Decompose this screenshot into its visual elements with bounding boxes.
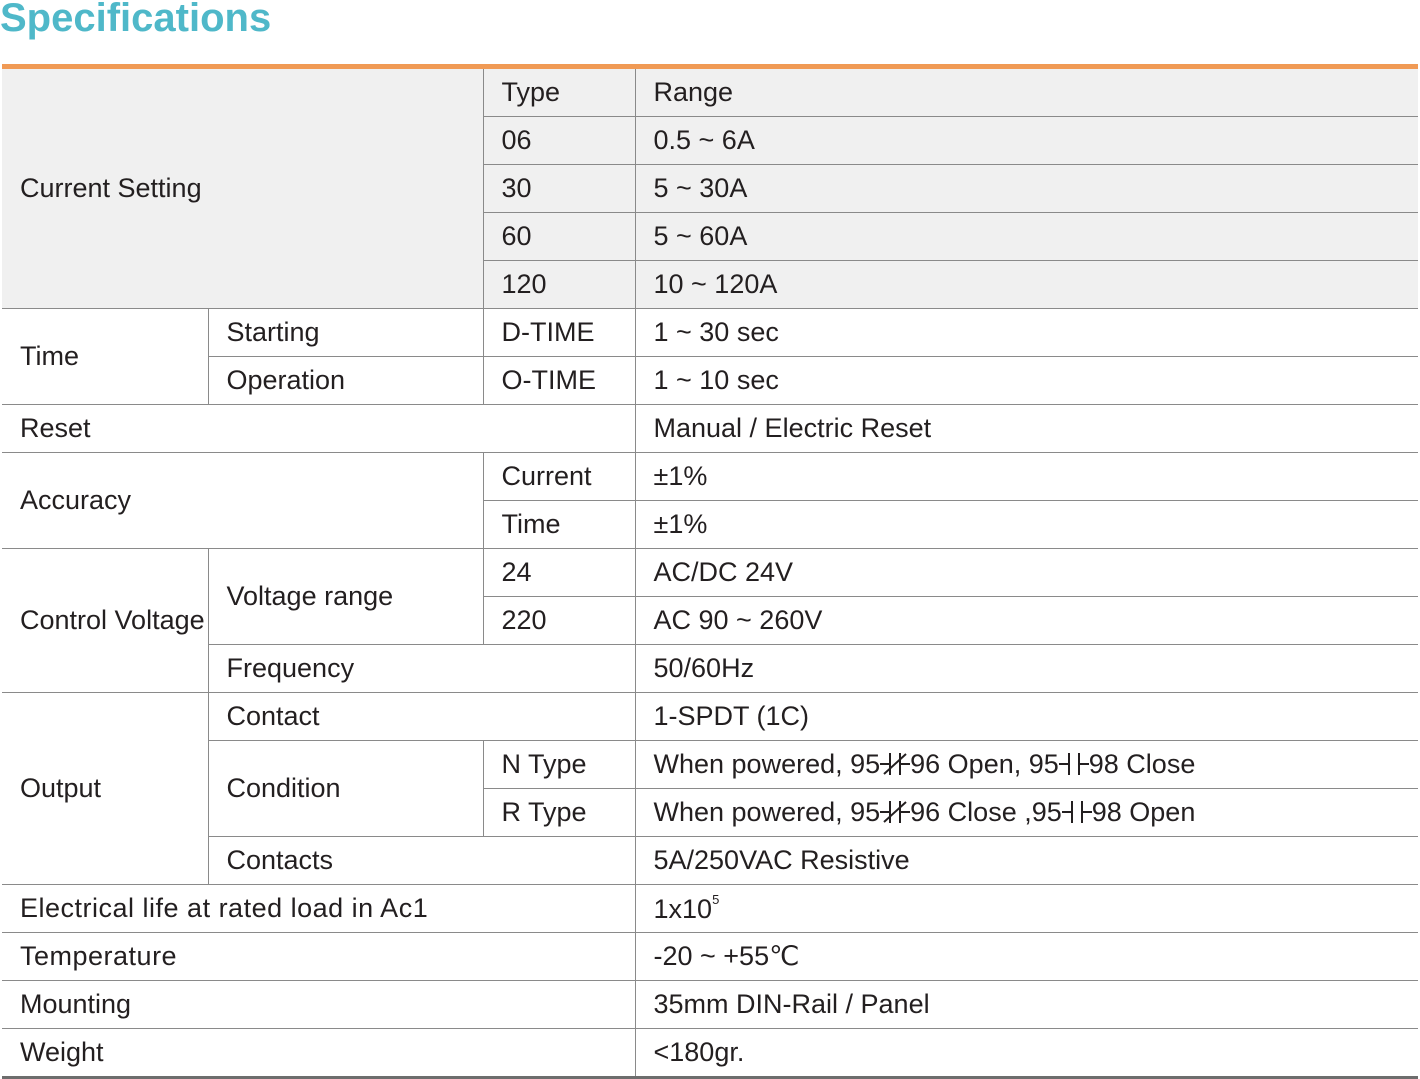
table-row: Contacts 5A/250VAC Resistive <box>2 836 1418 885</box>
contacts-value: 5A/250VAC Resistive <box>634 836 1418 885</box>
n-type-suffix: 98 Close <box>1088 749 1196 779</box>
starting-label: Starting <box>207 308 484 357</box>
current-range-cell: 5 ~ 30A <box>634 164 1418 213</box>
r-type-label: R Type <box>483 788 636 837</box>
current-range-cell: 0.5 ~ 6A <box>634 116 1418 165</box>
table-row: Operation O-TIME 1 ~ 10 sec <box>2 356 1418 405</box>
table-row: Current Setting Type Range <box>2 69 1418 309</box>
accuracy-time-label: Time <box>483 500 636 549</box>
contact-value: 1-SPDT (1C) <box>634 692 1418 741</box>
o-time-code: O-TIME <box>482 356 636 405</box>
contacts-label: Contacts <box>208 836 636 885</box>
reset-label: Reset <box>2 404 636 453</box>
weight-value: <180gr. <box>634 1028 1418 1079</box>
table-row: Weight <180gr. <box>2 1028 1418 1079</box>
voltage-range-label: Voltage range <box>207 548 484 645</box>
table-row: Temperature -20 ~ +55℃ <box>2 932 1418 981</box>
condition-label: Condition <box>208 740 484 837</box>
output-label: Output <box>2 692 209 885</box>
n-type-label: N Type <box>482 740 636 789</box>
d-time-code: D-TIME <box>482 308 636 357</box>
accuracy-current-value: ±1% <box>634 452 1418 501</box>
weight-label: Weight <box>2 1028 636 1079</box>
voltage-code-cell: 24 <box>482 548 636 597</box>
table-row: Reset Manual / Electric Reset <box>2 404 1418 453</box>
temperature-value: -20 ~ +55℃ <box>634 932 1418 981</box>
electrical-life-value: 1x105 <box>634 884 1418 933</box>
frequency-label: Frequency <box>208 644 636 693</box>
r-type-prefix: When powered, 95 <box>653 797 881 827</box>
n-type-prefix: When powered, 95 <box>653 749 881 779</box>
voltage-value-cell: AC/DC 24V <box>634 548 1418 597</box>
table-row: Electrical life at rated load in Ac1 1x1… <box>2 884 1418 933</box>
current-type-cell: 60 <box>483 212 636 261</box>
table-row: Mounting 35mm DIN-Rail / Panel <box>2 980 1418 1029</box>
mounting-label: Mounting <box>2 980 636 1029</box>
control-voltage-label: Control Voltage <box>2 548 209 693</box>
current-range-cell: 5 ~ 60A <box>634 212 1418 261</box>
table-row: Output Contact 1-SPDT (1C) <box>2 692 1418 885</box>
no-contact-icon <box>1058 753 1089 775</box>
table-row: Time Starting D-TIME 1 ~ 30 sec <box>2 308 1418 405</box>
n-type-value: When powered, 95 96 Open, 95 98 Close <box>634 740 1418 789</box>
electrical-life-label: Electrical life at rated load in Ac1 <box>2 884 636 933</box>
electrical-life-base: 1x10 <box>653 894 713 924</box>
table-row: Condition N Type When powered, 95 96 Open… <box>2 740 1418 837</box>
o-time-value: 1 ~ 10 sec <box>634 356 1418 405</box>
d-time-value: 1 ~ 30 sec <box>634 308 1418 357</box>
contact-label: Contact <box>207 692 636 741</box>
specifications-table: Current Setting Type Range 06 0.5 ~ 6A 3… <box>2 69 1418 1079</box>
temperature-label: Temperature <box>2 932 636 981</box>
range-header: Range <box>634 69 1418 117</box>
voltage-value-cell: AC 90 ~ 260V <box>634 596 1418 645</box>
voltage-code-cell: 220 <box>483 596 636 645</box>
no-contact-icon <box>1061 801 1092 823</box>
table-row: Control Voltage Voltage range 24 AC/DC 2… <box>2 548 1418 693</box>
mounting-value: 35mm DIN-Rail / Panel <box>634 980 1418 1029</box>
type-header: Type <box>482 69 636 117</box>
nc-contact-icon <box>880 801 911 823</box>
n-type-mid: 96 Open, 95 <box>910 749 1059 779</box>
accuracy-current-label: Current <box>482 452 636 501</box>
operation-label: Operation <box>208 356 484 405</box>
current-type-cell: 06 <box>483 116 636 165</box>
time-label: Time <box>2 308 209 405</box>
table-row: Frequency 50/60Hz <box>2 644 1418 693</box>
page-title: Specifications <box>0 0 272 40</box>
table-row: Accuracy Current ±1% <box>2 452 1418 549</box>
current-type-cell: 30 <box>483 164 636 213</box>
reset-value: Manual / Electric Reset <box>634 404 1418 453</box>
r-type-value: When powered, 95 96 Close ,95 98 Open <box>634 788 1418 837</box>
current-setting-label: Current Setting <box>2 69 484 309</box>
r-type-mid: 96 Close ,95 <box>910 797 1062 827</box>
r-type-suffix: 98 Open <box>1091 797 1196 827</box>
accuracy-label: Accuracy <box>2 452 484 549</box>
current-range-cell: 10 ~ 120A <box>634 260 1418 309</box>
electrical-life-exponent: 5 <box>712 892 720 907</box>
nc-contact-icon <box>880 753 911 775</box>
accuracy-time-value: ±1% <box>634 500 1418 549</box>
current-type-cell: 120 <box>483 260 636 309</box>
frequency-value: 50/60Hz <box>634 644 1418 693</box>
